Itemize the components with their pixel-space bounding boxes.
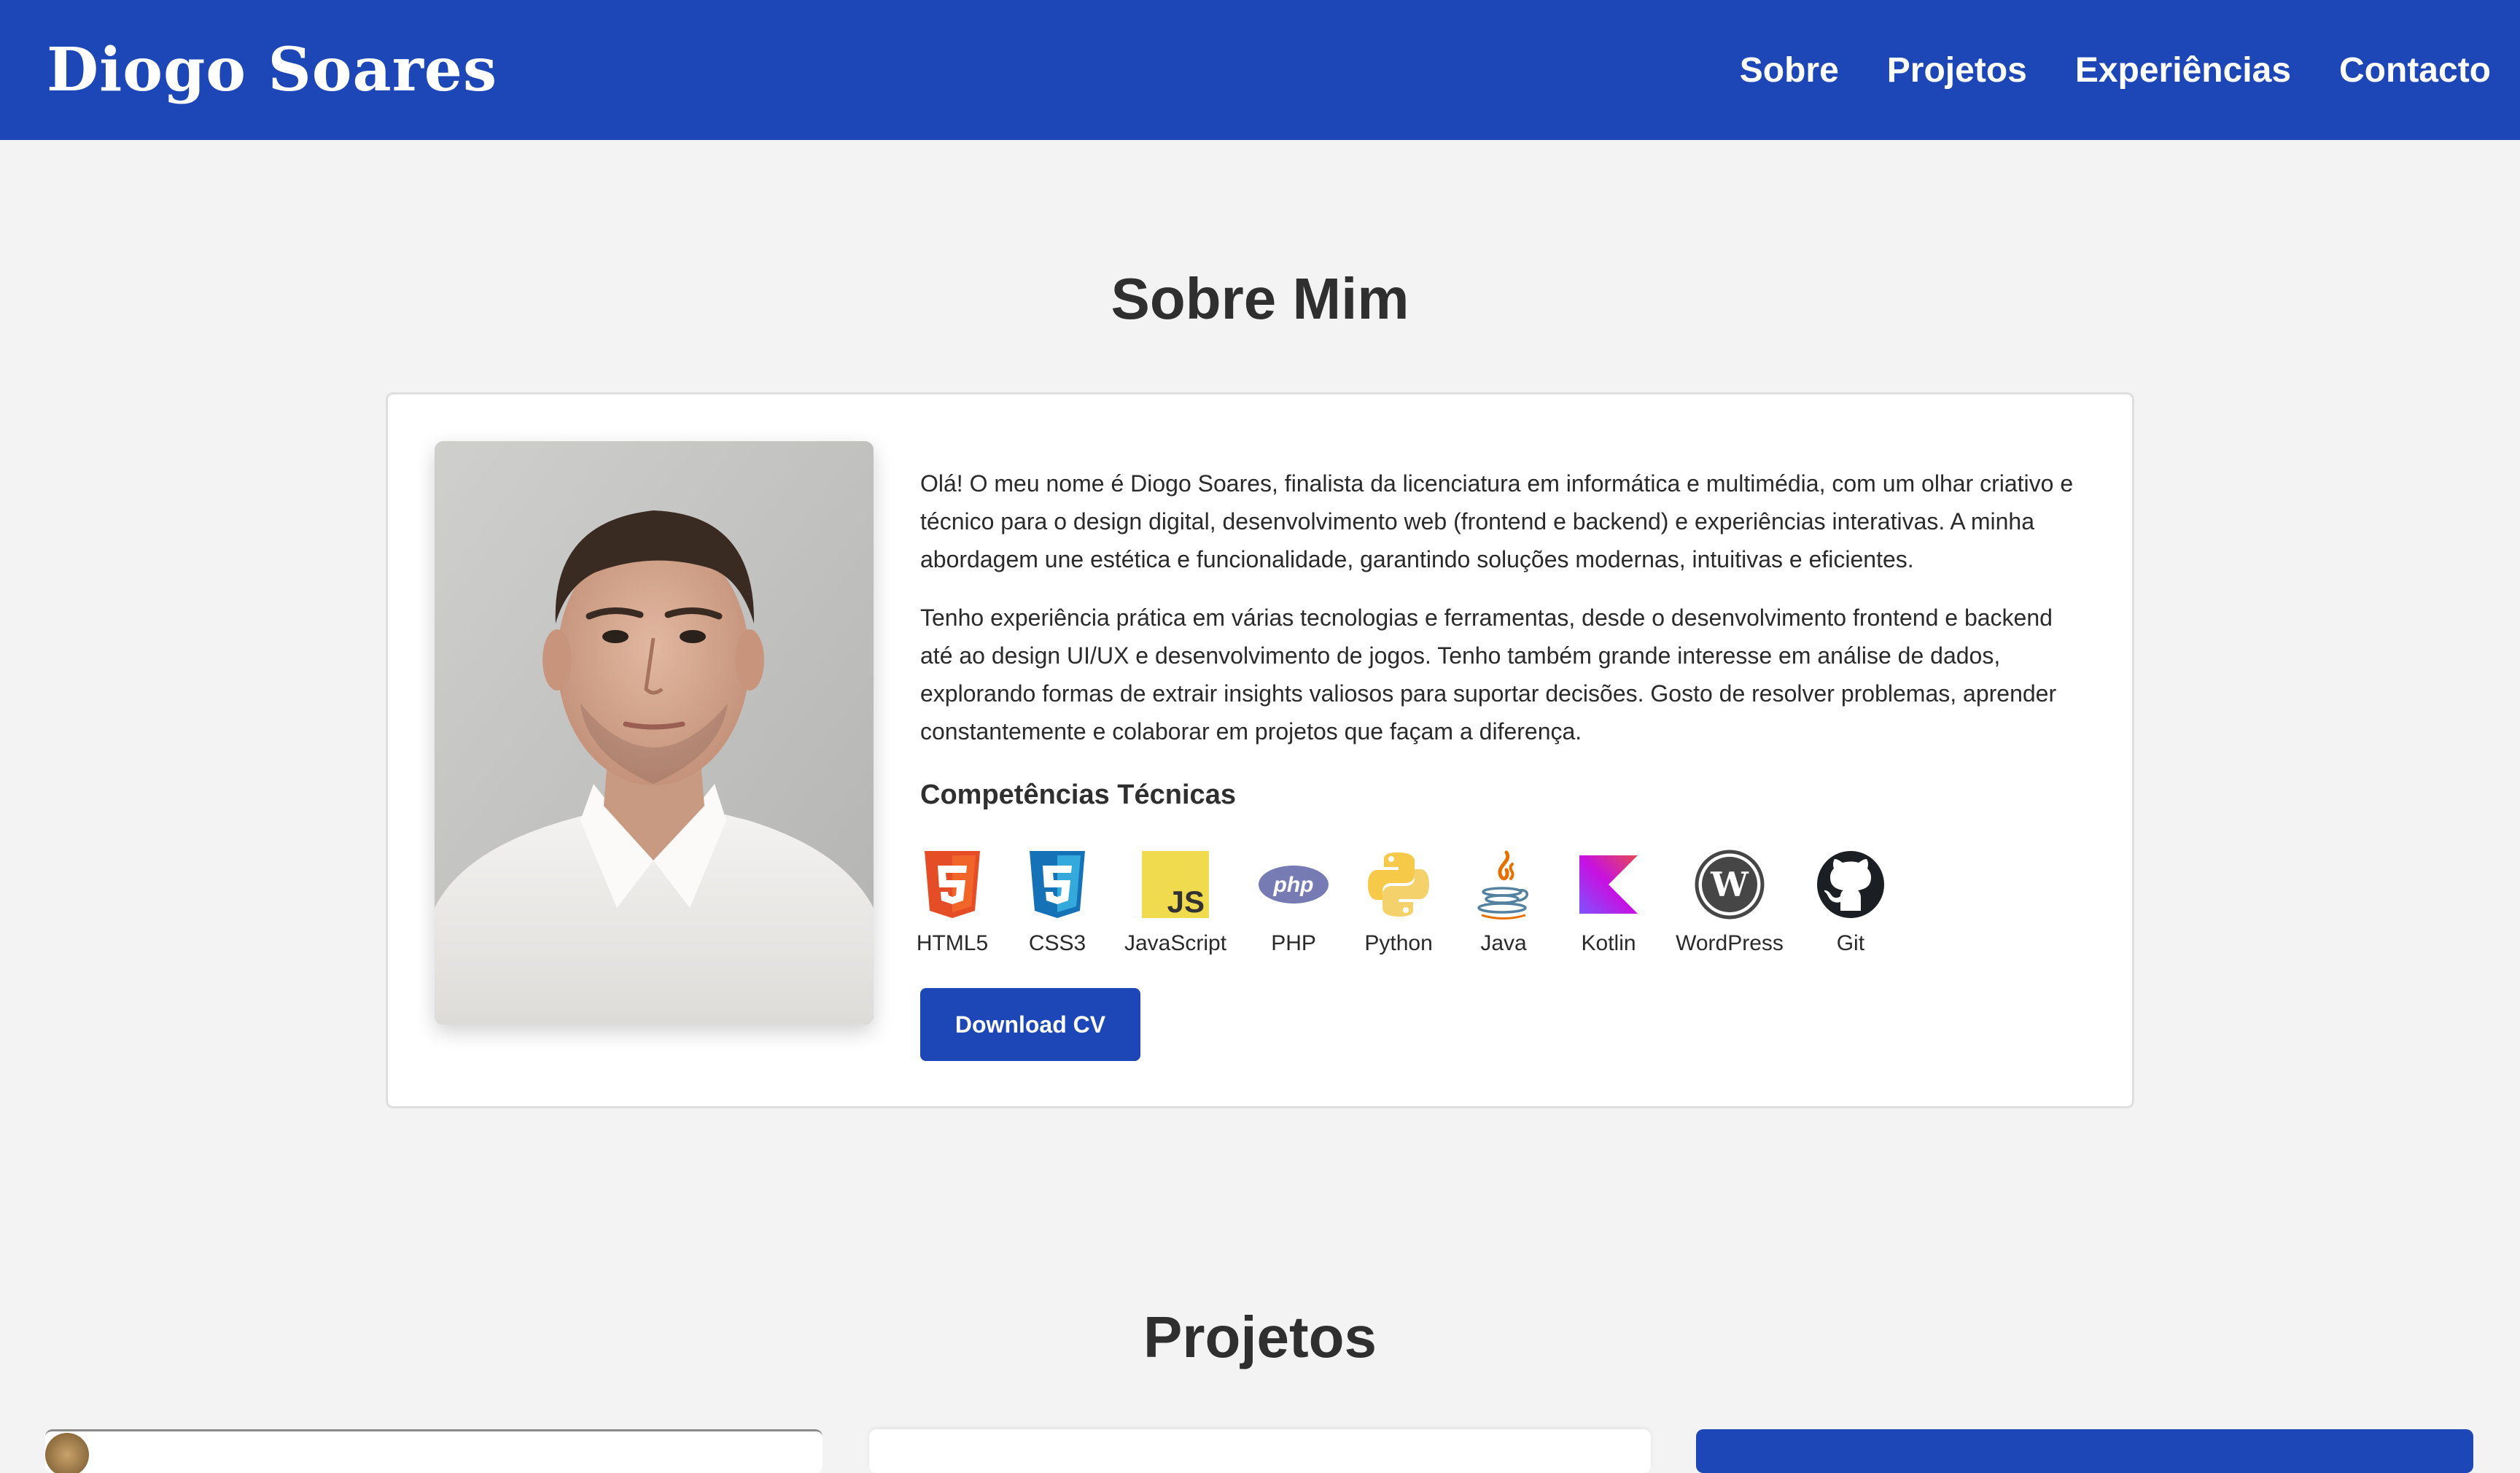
profile-photo bbox=[435, 441, 874, 1025]
skills-title: Competências Técnicas bbox=[920, 780, 1236, 810]
skill-label: WordPress bbox=[1676, 931, 1784, 955]
wordpress-icon: W bbox=[1692, 847, 1768, 922]
kotlin-icon bbox=[1571, 847, 1646, 922]
java-icon bbox=[1466, 847, 1541, 922]
project-card[interactable] bbox=[869, 1429, 1651, 1473]
html5-icon bbox=[914, 847, 990, 922]
skill-label: PHP bbox=[1271, 931, 1316, 955]
about-paragraph-2: Tenho experiência prática em várias tecn… bbox=[920, 605, 2057, 745]
svg-text:php: php bbox=[1273, 873, 1314, 897]
project-thumbnail bbox=[45, 1433, 89, 1473]
skills-list: HTML5 CSS3 JS JavaScript php PHP Python bbox=[914, 847, 1918, 956]
skill-label: Python bbox=[1364, 931, 1433, 955]
css3-icon bbox=[1019, 847, 1095, 922]
skill-label: CSS3 bbox=[1028, 931, 1086, 955]
github-icon bbox=[1813, 847, 1889, 922]
skill-css3: CSS3 bbox=[1019, 847, 1095, 956]
skill-kotlin: Kotlin bbox=[1571, 847, 1646, 956]
project-card[interactable] bbox=[1696, 1429, 2473, 1473]
skill-wordpress: W WordPress bbox=[1676, 847, 1784, 956]
nav-link-contacto[interactable]: Contacto bbox=[2339, 50, 2491, 90]
project-card[interactable] bbox=[45, 1429, 822, 1473]
php-icon: php bbox=[1256, 847, 1331, 922]
javascript-icon: JS bbox=[1138, 847, 1213, 922]
python-icon bbox=[1361, 847, 1436, 922]
skill-git: Git bbox=[1813, 847, 1889, 956]
skill-javascript: JS JavaScript bbox=[1124, 847, 1226, 956]
skill-python: Python bbox=[1361, 847, 1436, 956]
skill-label: JavaScript bbox=[1124, 931, 1227, 955]
nav-link-experiencias[interactable]: Experiências bbox=[2075, 50, 2291, 90]
main-nav: Sobre Projetos Experiências Contacto bbox=[1692, 50, 2491, 90]
skill-label: Git bbox=[1836, 931, 1865, 955]
skill-java: Java bbox=[1466, 847, 1541, 956]
skill-html5: HTML5 bbox=[914, 847, 990, 956]
skill-php: php PHP bbox=[1256, 847, 1331, 956]
about-section-title: Sobre Mim bbox=[1111, 266, 1409, 331]
skill-label: Kotlin bbox=[1581, 931, 1636, 955]
svg-text:W: W bbox=[1710, 865, 1749, 904]
about-paragraph-1: Olá! O meu nome é Diogo Soares, finalist… bbox=[920, 470, 2074, 572]
download-cv-button[interactable]: Download CV bbox=[920, 988, 1140, 1061]
svg-text:JS: JS bbox=[1167, 885, 1205, 919]
nav-link-projetos[interactable]: Projetos bbox=[1887, 50, 2027, 90]
about-text: Olá! O meu nome é Diogo Soares, finalist… bbox=[920, 465, 2087, 750]
skill-label: Java bbox=[1480, 931, 1527, 955]
site-header: Diogo Soares Sobre Projetos Experiências… bbox=[0, 0, 2520, 140]
skill-label: HTML5 bbox=[916, 931, 989, 955]
about-card: Olá! O meu nome é Diogo Soares, finalist… bbox=[386, 392, 2134, 1108]
site-brand[interactable]: Diogo Soares bbox=[47, 35, 497, 105]
nav-link-sobre[interactable]: Sobre bbox=[1740, 50, 1839, 90]
projects-section-title: Projetos bbox=[1143, 1305, 1377, 1369]
